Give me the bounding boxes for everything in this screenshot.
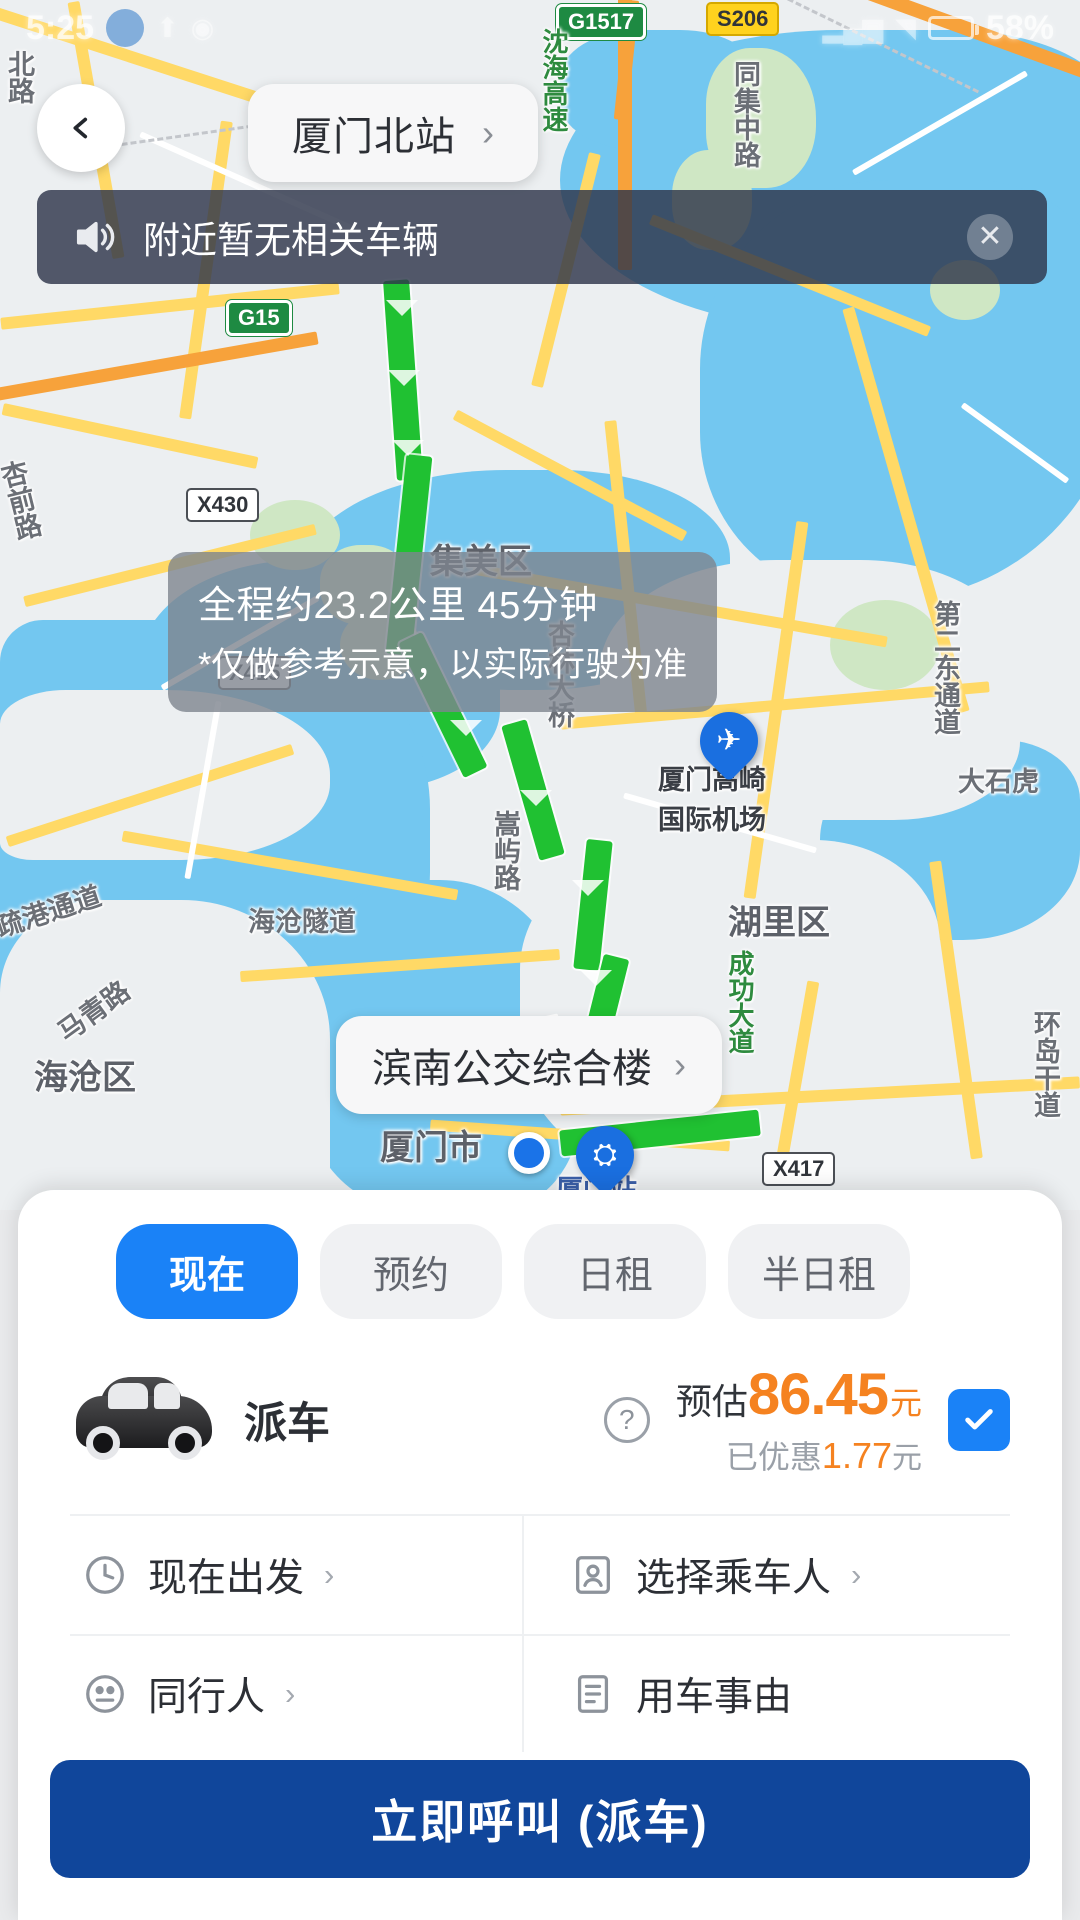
map-road (1, 403, 259, 469)
toast-notification: 附近暂无相关车辆 ✕ (37, 190, 1047, 284)
sedan-car-icon (70, 1374, 220, 1466)
map-shield-g15: G15 (226, 300, 292, 336)
question-mark-icon[interactable]: ? (603, 1396, 650, 1443)
airplane-icon: ✈ (716, 724, 742, 757)
map-label-haicang-district: 海沧区 (34, 1059, 136, 1097)
upload-icon: ⬆ (156, 12, 179, 43)
price-unit: 元 (889, 1385, 922, 1421)
tab-reserve[interactable]: 预约 (320, 1224, 502, 1319)
wifi-icon: ◥ (895, 12, 916, 43)
map-label-dashihu: 大石虎 (958, 767, 1039, 797)
vehicle-name: 派车 (244, 1399, 330, 1448)
route-direction-arrow (388, 370, 420, 386)
option-label: 选择乘车人 (636, 1557, 832, 1600)
tab-daily-rental[interactable]: 日租 (524, 1224, 706, 1319)
toast-message: 附近暂无相关车辆 (143, 220, 439, 261)
train-icon: ⛭ (593, 1138, 617, 1171)
eye-icon: ◉ (190, 12, 215, 43)
current-location-dot (508, 1132, 550, 1174)
destination-location-card[interactable]: 滨南公交综合楼 › (336, 1016, 722, 1114)
status-bar: 5:25 ⬆ ◉ ▂▄▆ ◥ 58% (0, 0, 1080, 56)
weather-icon (106, 9, 145, 47)
discount-amount: 1.77 (821, 1435, 892, 1476)
vehicle-select-checkbox[interactable] (948, 1388, 1010, 1451)
map-label-second-east-corridor: 第二东通道 (930, 600, 960, 735)
price-block: ? 预估 86.45 元 已优惠 1.77 元 (603, 1361, 1010, 1478)
call-car-button[interactable]: 立即呼叫 (派车) (50, 1760, 1030, 1878)
passenger-card-icon (570, 1552, 616, 1598)
route-direction-arrow (386, 300, 418, 316)
discount-unit: 元 (892, 1442, 922, 1475)
origin-location-card[interactable]: 厦门北站 › (248, 84, 538, 182)
map-shield-x417: X417 (762, 1152, 836, 1186)
route-distance-duration: 全程约23.2公里 45分钟 (198, 585, 598, 627)
map-label-bei-road: 北路 (4, 50, 34, 104)
map-label-huli-district: 湖里区 (728, 904, 830, 942)
tab-half-day-rental[interactable]: 半日租 (728, 1224, 910, 1319)
chevron-right-icon: › (285, 1676, 296, 1711)
tab-now[interactable]: 现在 (116, 1224, 298, 1319)
map-label-ring-road: 环岛干道 (1030, 1010, 1060, 1118)
option-select-passenger[interactable]: 选择乘车人 › (522, 1516, 1010, 1634)
route-summary-tooltip: 全程约23.2公里 45分钟 *仅做参考示意，以实际行驶为准 (168, 552, 718, 712)
chevron-right-icon: › (482, 112, 494, 153)
chevron-right-icon: › (324, 1557, 335, 1592)
origin-label: 厦门北站 (292, 115, 456, 159)
booking-panel: 现在 预约 日租 半日租 派车 ? 预估 86.45 元 已优惠 1.77 元 … (18, 1190, 1062, 1920)
map-shield-x430: X430 (186, 488, 260, 522)
map-label-haicang-tunnel: 海沧隧道 (248, 907, 356, 937)
speaker-icon (71, 214, 117, 260)
route-direction-arrow (520, 790, 552, 806)
map-label-xiamen-city: 厦门市 (380, 1129, 482, 1167)
option-label: 用车事由 (636, 1676, 793, 1719)
option-trip-reason[interactable]: 用车事由 (522, 1636, 1010, 1752)
chevron-right-icon: › (674, 1044, 686, 1085)
vehicle-option-row[interactable]: 派车 ? 预估 86.45 元 已优惠 1.77 元 (18, 1319, 1062, 1514)
check-icon (965, 1408, 993, 1429)
route-direction-arrow (450, 720, 482, 736)
back-button[interactable] (37, 84, 125, 172)
price-amount: 86.45 (747, 1362, 889, 1427)
options-row: 同行人 › 用车事由 (70, 1634, 1010, 1752)
clock-icon (82, 1552, 128, 1598)
signal-icon: ▂▄▆ (822, 12, 884, 43)
option-departure-time[interactable]: 现在出发 › (70, 1516, 522, 1634)
battery-percent: 58% (985, 8, 1054, 47)
status-time: 5:25 (26, 8, 95, 47)
document-icon (570, 1671, 616, 1717)
route-direction-arrow (580, 970, 612, 986)
destination-label: 滨南公交综合楼 (372, 1047, 652, 1091)
airport-pin[interactable]: ✈ (687, 699, 771, 783)
option-companions[interactable]: 同行人 › (70, 1636, 522, 1752)
train-station-pin[interactable]: ⛭ (563, 1113, 647, 1197)
price-label: 预估 (675, 1381, 748, 1422)
battery-icon (927, 16, 979, 40)
map-label-airport-line2: 国际机场 (658, 805, 766, 835)
chevron-right-icon: › (851, 1557, 862, 1592)
map-label-xingqian-road: 杏前路 (0, 457, 44, 544)
map-canvas[interactable]: S206 G1517 G15 X430 X415 X417 沈海高速 同集中路 … (0, 0, 1080, 1210)
chevron-left-icon (73, 117, 88, 139)
route-disclaimer: *仅做参考示意，以实际行驶为准 (198, 646, 688, 684)
map-expressway (0, 331, 319, 402)
map-label-tongjizhonglu: 同集中路 (730, 60, 760, 168)
service-type-tabs: 现在 预约 日租 半日租 (18, 1224, 1062, 1319)
map-land (0, 690, 330, 860)
companions-icon (82, 1671, 128, 1717)
map-label-chenggong-avenue: 成功大道 (725, 950, 755, 1054)
map-label-songyu-road: 嵩屿路 (490, 810, 520, 891)
close-icon[interactable]: ✕ (967, 214, 1013, 260)
option-label: 现在出发 (148, 1557, 305, 1600)
route-direction-arrow (572, 880, 604, 896)
discount-label: 已优惠 (725, 1439, 822, 1475)
options-row: 现在出发 › 选择乘车人 › (70, 1516, 1010, 1634)
route-direction-arrow (392, 440, 424, 456)
option-label: 同行人 (148, 1676, 266, 1719)
booking-options-grid: 现在出发 › 选择乘车人 › 同行人 › 用车事由 (70, 1514, 1010, 1752)
